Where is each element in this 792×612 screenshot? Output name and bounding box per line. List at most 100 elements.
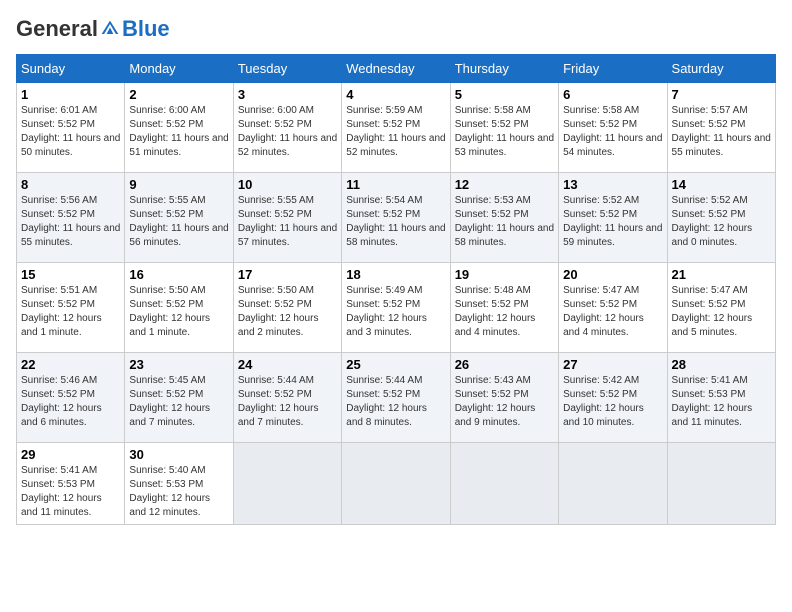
day-number: 19	[455, 267, 554, 282]
day-info: Sunrise: 5:52 AMSunset: 5:52 PMDaylight:…	[672, 194, 771, 250]
day-number: 29	[21, 447, 120, 462]
day-info: Sunrise: 5:52 AMSunset: 5:52 PMDaylight:…	[563, 194, 662, 250]
calendar-week-row: 22 Sunrise: 5:46 AMSunset: 5:52 PMDayligh…	[17, 353, 776, 443]
day-info: Sunrise: 5:49 AMSunset: 5:52 PMDaylight:…	[346, 284, 445, 340]
calendar-cell: 27 Sunrise: 5:42 AMSunset: 5:52 PMDayligh…	[559, 353, 667, 443]
weekday-header: Sunday	[17, 55, 125, 83]
calendar-cell: 23 Sunrise: 5:45 AMSunset: 5:52 PMDayligh…	[125, 353, 233, 443]
day-number: 20	[563, 267, 662, 282]
day-info: Sunrise: 5:45 AMSunset: 5:52 PMDaylight:…	[129, 374, 228, 430]
calendar-cell: 17 Sunrise: 5:50 AMSunset: 5:52 PMDayligh…	[233, 263, 341, 353]
calendar-cell	[342, 443, 450, 525]
day-number: 11	[346, 177, 445, 192]
day-number: 14	[672, 177, 771, 192]
calendar-cell: 15Sunrise: 5:51 AMSunset: 5:52 PMDayligh…	[17, 263, 125, 353]
logo-blue-text: Blue	[122, 16, 170, 42]
logo: General Blue	[16, 16, 170, 42]
day-number: 26	[455, 357, 554, 372]
calendar-week-row: 8 Sunrise: 5:56 AMSunset: 5:52 PMDaylight…	[17, 173, 776, 263]
calendar-cell: 1Sunrise: 6:01 AMSunset: 5:52 PMDaylight…	[17, 83, 125, 173]
day-info: Sunrise: 6:00 AMSunset: 5:52 PMDaylight:…	[238, 104, 337, 160]
calendar-cell: 25Sunrise: 5:44 AMSunset: 5:52 PMDayligh…	[342, 353, 450, 443]
calendar-cell: 5Sunrise: 5:58 AMSunset: 5:52 PMDaylight…	[450, 83, 558, 173]
day-info: Sunrise: 5:59 AMSunset: 5:52 PMDaylight:…	[346, 104, 445, 160]
calendar-cell	[559, 443, 667, 525]
logo-icon	[100, 19, 120, 39]
day-number: 30	[129, 447, 228, 462]
day-number: 7	[672, 87, 771, 102]
weekday-header: Saturday	[667, 55, 775, 83]
day-info: Sunrise: 5:54 AMSunset: 5:52 PMDaylight:…	[346, 194, 445, 250]
day-number: 25	[346, 357, 445, 372]
calendar-cell	[667, 443, 775, 525]
day-number: 23	[129, 357, 228, 372]
calendar-cell: 11 Sunrise: 5:54 AMSunset: 5:52 PMDayligh…	[342, 173, 450, 263]
calendar-cell: 24 Sunrise: 5:44 AMSunset: 5:52 PMDayligh…	[233, 353, 341, 443]
day-info: Sunrise: 5:47 AMSunset: 5:52 PMDaylight:…	[672, 284, 771, 340]
day-number: 1	[21, 87, 120, 102]
logo-general-text: General	[16, 16, 98, 42]
day-info: Sunrise: 5:40 AMSunset: 5:53 PMDaylight:…	[129, 464, 228, 520]
day-info: Sunrise: 5:58 AMSunset: 5:52 PMDaylight:…	[455, 104, 554, 160]
day-number: 18	[346, 267, 445, 282]
day-info: Sunrise: 5:57 AMSunset: 5:52 PMDaylight:…	[672, 104, 771, 160]
day-info: Sunrise: 5:55 AMSunset: 5:52 PMDaylight:…	[129, 194, 228, 250]
day-info: Sunrise: 5:42 AMSunset: 5:52 PMDaylight:…	[563, 374, 662, 430]
calendar-cell: 20 Sunrise: 5:47 AMSunset: 5:52 PMDayligh…	[559, 263, 667, 353]
calendar-cell	[450, 443, 558, 525]
day-info: Sunrise: 5:56 AMSunset: 5:52 PMDaylight:…	[21, 194, 120, 250]
day-info: Sunrise: 5:43 AMSunset: 5:52 PMDaylight:…	[455, 374, 554, 430]
calendar-cell: 14 Sunrise: 5:52 AMSunset: 5:52 PMDayligh…	[667, 173, 775, 263]
calendar-cell: 16 Sunrise: 5:50 AMSunset: 5:52 PMDayligh…	[125, 263, 233, 353]
day-info: Sunrise: 5:58 AMSunset: 5:52 PMDaylight:…	[563, 104, 662, 160]
day-number: 8	[21, 177, 120, 192]
calendar-cell: 9 Sunrise: 5:55 AMSunset: 5:52 PMDaylight…	[125, 173, 233, 263]
calendar-week-row: 15Sunrise: 5:51 AMSunset: 5:52 PMDayligh…	[17, 263, 776, 353]
day-number: 21	[672, 267, 771, 282]
day-info: Sunrise: 5:47 AMSunset: 5:52 PMDaylight:…	[563, 284, 662, 340]
calendar-cell: 18 Sunrise: 5:49 AMSunset: 5:52 PMDayligh…	[342, 263, 450, 353]
calendar-week-row: 1Sunrise: 6:01 AMSunset: 5:52 PMDaylight…	[17, 83, 776, 173]
day-info: Sunrise: 5:44 AMSunset: 5:52 PMDaylight:…	[238, 374, 337, 430]
day-info: Sunrise: 5:50 AMSunset: 5:52 PMDaylight:…	[129, 284, 228, 340]
calendar-cell: 10Sunrise: 5:55 AMSunset: 5:52 PMDayligh…	[233, 173, 341, 263]
page-header: General Blue	[16, 16, 776, 42]
day-info: Sunrise: 5:41 AMSunset: 5:53 PMDaylight:…	[21, 464, 120, 520]
day-info: Sunrise: 6:00 AMSunset: 5:52 PMDaylight:…	[129, 104, 228, 160]
calendar-cell: 28Sunrise: 5:41 AMSunset: 5:53 PMDayligh…	[667, 353, 775, 443]
calendar-cell: 7 Sunrise: 5:57 AMSunset: 5:52 PMDaylight…	[667, 83, 775, 173]
calendar-cell	[233, 443, 341, 525]
day-info: Sunrise: 5:50 AMSunset: 5:52 PMDaylight:…	[238, 284, 337, 340]
day-info: Sunrise: 5:55 AMSunset: 5:52 PMDaylight:…	[238, 194, 337, 250]
weekday-header: Tuesday	[233, 55, 341, 83]
day-number: 9	[129, 177, 228, 192]
calendar-cell: 2Sunrise: 6:00 AMSunset: 5:52 PMDaylight…	[125, 83, 233, 173]
calendar-cell: 4Sunrise: 5:59 AMSunset: 5:52 PMDaylight…	[342, 83, 450, 173]
calendar-cell: 19Sunrise: 5:48 AMSunset: 5:52 PMDayligh…	[450, 263, 558, 353]
calendar-cell: 12 Sunrise: 5:53 AMSunset: 5:52 PMDayligh…	[450, 173, 558, 263]
calendar-cell: 3 Sunrise: 6:00 AMSunset: 5:52 PMDaylight…	[233, 83, 341, 173]
day-info: Sunrise: 5:53 AMSunset: 5:52 PMDaylight:…	[455, 194, 554, 250]
day-number: 27	[563, 357, 662, 372]
day-number: 22	[21, 357, 120, 372]
calendar-cell: 6 Sunrise: 5:58 AMSunset: 5:52 PMDaylight…	[559, 83, 667, 173]
calendar-cell: 13 Sunrise: 5:52 AMSunset: 5:52 PMDayligh…	[559, 173, 667, 263]
weekday-header: Monday	[125, 55, 233, 83]
weekday-header: Thursday	[450, 55, 558, 83]
calendar-table: SundayMondayTuesdayWednesdayThursdayFrid…	[16, 54, 776, 525]
day-info: Sunrise: 5:46 AMSunset: 5:52 PMDaylight:…	[21, 374, 120, 430]
day-number: 15	[21, 267, 120, 282]
calendar-cell: 21 Sunrise: 5:47 AMSunset: 5:52 PMDayligh…	[667, 263, 775, 353]
day-number: 24	[238, 357, 337, 372]
day-number: 12	[455, 177, 554, 192]
day-number: 17	[238, 267, 337, 282]
calendar-cell: 8 Sunrise: 5:56 AMSunset: 5:52 PMDaylight…	[17, 173, 125, 263]
calendar-header-row: SundayMondayTuesdayWednesdayThursdayFrid…	[17, 55, 776, 83]
calendar-cell: 29 Sunrise: 5:41 AMSunset: 5:53 PMDayligh…	[17, 443, 125, 525]
calendar-cell: 22 Sunrise: 5:46 AMSunset: 5:52 PMDayligh…	[17, 353, 125, 443]
day-number: 13	[563, 177, 662, 192]
day-number: 3	[238, 87, 337, 102]
weekday-header: Wednesday	[342, 55, 450, 83]
day-number: 16	[129, 267, 228, 282]
day-number: 6	[563, 87, 662, 102]
